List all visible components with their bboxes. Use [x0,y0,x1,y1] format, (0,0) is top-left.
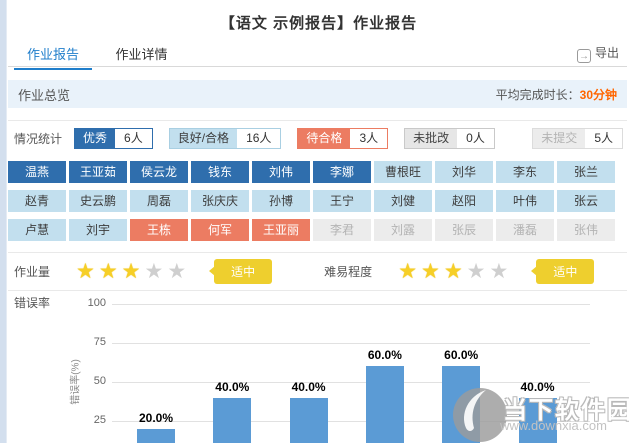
student-cell-good[interactable]: 史云鹏 [69,190,127,212]
star-empty-icon: ★ [489,259,513,283]
star-filled-icon: ★ [121,259,145,283]
student-cell-good[interactable]: 刘宇 [69,219,127,241]
student-cell-good[interactable]: 李东 [496,161,554,183]
status-badge-unsubmitted: 未提交 5人 [532,127,623,149]
overview-section-header: 作业总览 平均完成时长：30分钟 [8,80,627,108]
homework-report-page: 【语文 示例报告】作业报告 作业报告 作业详情 → 导出 作业总览 平均完成时长：… [8,0,629,443]
chart-bar [442,366,481,443]
student-cell-pending[interactable]: 王栋 [130,219,188,241]
status-stats-row: 情况统计 优秀 6人 良好/合格 16人 待合格 3人 未批改 0人 未提交 5人 [8,127,623,149]
student-cell-good[interactable]: 张庆庆 [191,190,249,212]
tab-homework-details[interactable]: 作业详情 [102,40,180,68]
rating-group-1: 难易程度 ★★★★★ 适中 [318,258,629,284]
chart-bar [289,397,328,443]
chart-bar-value-label: 60.0% [367,348,402,363]
star-filled-icon: ★ [98,259,122,283]
student-cell-good[interactable]: 张兰 [557,161,615,183]
chart-y-tick: 25 [93,414,106,426]
ratings-row: 作业量 ★★★★★ 适中 难易程度 ★★★★★ 适中 [8,256,623,286]
status-badges: 优秀 6人 良好/合格 16人 待合格 3人 未批改 0人 [74,127,511,149]
student-cell-good[interactable]: 刘健 [374,190,432,212]
status-badge-good: 良好/合格 16人 [168,127,282,149]
export-label: 导出 [594,46,619,60]
error-rate-bar-chart: 错误率(%) 100 75 50 25 20.0% 40.0% 40.0% 60.0% 60.0… [8,296,629,443]
rating-tag: 适中 [209,258,273,284]
student-cell-good[interactable]: 刘华 [435,161,493,183]
chart-bar-value-label: 40.0% [291,379,326,394]
status-badge-pending: 待合格 3人 [297,127,389,149]
student-cell-unsubmitted[interactable]: 李君 [313,219,371,241]
chart-bar [137,428,175,443]
student-cell-unsubmitted[interactable]: 潘磊 [496,219,554,241]
chart-bar-value-label: 40.0% [520,379,555,394]
star-empty-icon: ★ [466,259,490,283]
student-cell-pending[interactable]: 何军 [191,219,249,241]
student-cell-good[interactable]: 赵阳 [435,190,493,212]
chart-y-tick: 75 [93,336,106,348]
student-cell-good[interactable]: 叶伟 [496,190,554,212]
star-filled-icon: ★ [421,259,444,283]
student-cell-unsubmitted[interactable]: 张辰 [435,219,493,241]
student-cell-good[interactable]: 卢慧 [8,219,66,241]
star-filled-icon: ★ [398,259,422,283]
section-divider [8,290,627,291]
page-title: 【语文 示例报告】作业报告 [219,15,418,32]
star-empty-icon: ★ [144,259,168,283]
export-button[interactable]: → 导出 [576,44,619,63]
student-cell-good[interactable]: 孙博 [252,190,310,212]
student-cell-excellent[interactable]: 李娜 [313,161,371,183]
chart-bar [518,397,557,443]
chart-gridline [112,343,590,344]
star-rating-icon: ★★★★★ [398,261,512,282]
student-cell-excellent[interactable]: 侯云龙 [130,161,188,183]
star-filled-icon: ★ [76,259,99,283]
chart-bar-value-label: 20.0% [138,410,174,425]
tab-bar: 作业报告 作业详情 → 导出 [8,40,627,70]
student-cell-good[interactable]: 王宁 [313,190,371,212]
section-divider [8,120,627,121]
chart-bar [365,366,404,443]
overview-title: 作业总览 [18,87,71,103]
chart-bar-value-label: 60.0% [444,348,479,363]
star-filled-icon: ★ [443,259,467,283]
status-badge-ungraded: 未批改 0人 [404,127,495,149]
chart-gridline [112,304,590,305]
student-cell-good[interactable]: 曹根旺 [374,161,432,183]
student-cell-excellent[interactable]: 刘伟 [252,161,310,183]
export-arrow-icon: → [576,49,591,63]
student-cell-good[interactable]: 周磊 [130,190,188,212]
student-cell-excellent[interactable]: 温燕 [8,161,66,183]
student-cell-pending[interactable]: 王亚丽 [252,219,310,241]
student-cell-good[interactable]: 张云 [557,190,615,212]
rating-label: 难易程度 [324,264,373,279]
student-cell-unsubmitted[interactable]: 张伟 [557,219,615,241]
star-rating-icon: ★★★★★ [76,261,190,282]
avg-completion-time: 平均完成时长：30分钟 [496,86,617,103]
rating-group-0: 作业量 ★★★★★ 适中 [8,258,318,284]
chart-bar-value-label: 40.0% [215,379,250,394]
star-empty-icon: ★ [167,259,191,283]
student-cell-excellent[interactable]: 钱东 [191,161,249,183]
student-cell-unsubmitted[interactable]: 刘露 [374,219,432,241]
status-badge-excellent: 优秀 6人 [74,127,153,149]
student-cell-excellent[interactable]: 王亚茹 [69,161,127,183]
left-border-strip [0,0,7,443]
rating-label: 作业量 [14,264,51,279]
avg-time-value: 30分钟 [579,87,617,102]
chart-y-tick: 100 [87,297,106,309]
stats-label: 情况统计 [14,131,63,146]
student-cell-good[interactable]: 赵青 [8,190,66,212]
chart-bar [213,397,252,443]
student-grid: 温燕 王亚茹 侯云龙 钱东 刘伟 李娜 曹根旺 刘华 李东 张兰赵青 史云鹏 周磊 张庆庆 孙博 王宁 刘健赵… [8,161,615,241]
section-divider [8,252,627,253]
avg-time-label: 平均完成时长： [495,87,580,102]
tab-homework-report[interactable]: 作业报告 [14,40,93,70]
rating-tag: 适中 [531,258,595,284]
chart-y-tick: 50 [93,375,106,387]
